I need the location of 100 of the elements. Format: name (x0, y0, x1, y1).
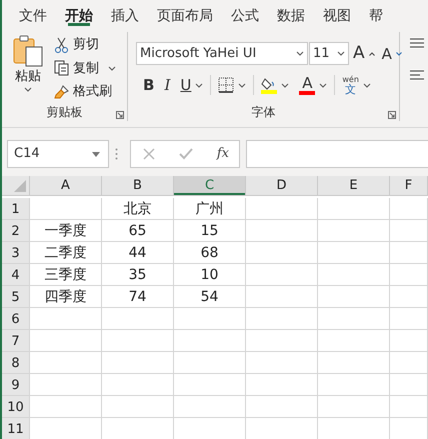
table-cell[interactable] (30, 198, 102, 220)
table-cell[interactable] (390, 308, 428, 330)
font-style-button[interactable]: I (161, 74, 174, 96)
font-style-button[interactable]: B (140, 74, 158, 96)
caret-icon[interactable] (362, 82, 371, 88)
row-header[interactable]: 9 (2, 374, 30, 396)
table-cell[interactable] (246, 286, 318, 308)
table-cell[interactable] (246, 374, 318, 396)
dialog-launcher-icon[interactable] (116, 111, 124, 119)
formula-input[interactable] (246, 140, 428, 168)
column-header[interactable]: A (30, 176, 102, 196)
row-header[interactable]: 1 (2, 198, 30, 220)
caret-icon[interactable] (195, 82, 204, 88)
table-cell[interactable] (318, 264, 390, 286)
column-header[interactable]: D (246, 176, 318, 196)
name-box[interactable]: C14 (7, 140, 109, 168)
table-cell[interactable]: 10 (174, 264, 246, 286)
row-header[interactable]: 10 (2, 396, 30, 418)
row-header[interactable]: 11 (2, 418, 30, 439)
clipboard-command-button[interactable]: 剪切 (52, 34, 118, 56)
table-cell[interactable] (318, 220, 390, 242)
table-cell[interactable] (390, 286, 428, 308)
table-cell[interactable] (30, 352, 102, 374)
caret-icon[interactable] (296, 51, 304, 56)
dropdown-icon[interactable] (92, 152, 100, 156)
caret-icon[interactable] (24, 86, 32, 92)
table-cell[interactable] (390, 374, 428, 396)
row-header[interactable]: 6 (2, 308, 30, 330)
table-cell[interactable] (174, 396, 246, 418)
column-header[interactable]: C (174, 176, 246, 196)
ribbon-tab[interactable]: 页面布局 (148, 0, 222, 28)
row-header[interactable]: 4 (2, 264, 30, 286)
table-cell[interactable] (246, 264, 318, 286)
column-header[interactable]: F (390, 176, 428, 196)
table-cell[interactable]: 四季度 (30, 286, 102, 308)
table-cell[interactable] (174, 352, 246, 374)
ribbon-tab[interactable]: 帮 (360, 0, 392, 28)
shrink-font-button[interactable]: A (378, 42, 405, 65)
ribbon-tab[interactable]: 公式 (222, 0, 268, 28)
caret-icon[interactable] (337, 51, 345, 56)
table-cell[interactable]: 北京 (102, 198, 174, 220)
row-header[interactable]: 2 (2, 220, 30, 242)
table-cell[interactable]: 三季度 (30, 264, 102, 286)
table-cell[interactable] (174, 308, 246, 330)
align-top-icon[interactable] (410, 38, 424, 48)
ribbon-tab[interactable]: 开始 (56, 0, 102, 28)
caret-icon[interactable] (319, 82, 328, 88)
row-header[interactable]: 8 (2, 352, 30, 374)
ribbon-tab[interactable]: 插入 (102, 0, 148, 28)
table-cell[interactable]: 68 (174, 242, 246, 264)
caret-icon[interactable] (108, 66, 116, 71)
table-cell[interactable]: 44 (102, 242, 174, 264)
table-cell[interactable] (390, 330, 428, 352)
table-cell[interactable] (102, 374, 174, 396)
table-cell[interactable] (318, 330, 390, 352)
font-style-button[interactable]: U (177, 74, 206, 96)
table-cell[interactable] (390, 352, 428, 374)
table-cell[interactable]: 74 (102, 286, 174, 308)
phonetic-guide-button[interactable]: wén 文 (339, 76, 374, 95)
column-header[interactable]: B (102, 176, 174, 196)
table-cell[interactable] (318, 286, 390, 308)
table-cell[interactable]: 54 (174, 286, 246, 308)
font-size-dropdown[interactable]: 11 (309, 42, 349, 66)
table-cell[interactable] (30, 308, 102, 330)
ribbon-tab[interactable]: 视图 (314, 0, 360, 28)
table-cell[interactable] (30, 374, 102, 396)
table-cell[interactable] (318, 352, 390, 374)
cancel-icon[interactable] (143, 148, 155, 160)
caret-icon[interactable] (281, 82, 290, 88)
clipboard-command-button[interactable]: 复制 (52, 58, 118, 79)
insert-function-button[interactable]: fx (216, 144, 229, 164)
table-cell[interactable]: 二季度 (30, 242, 102, 264)
row-header[interactable]: 5 (2, 286, 30, 308)
table-cell[interactable] (102, 352, 174, 374)
table-cell[interactable] (390, 264, 428, 286)
table-cell[interactable] (30, 330, 102, 352)
grow-font-button[interactable]: A (350, 41, 378, 66)
table-cell[interactable] (174, 374, 246, 396)
table-cell[interactable] (390, 220, 428, 242)
table-cell[interactable] (318, 242, 390, 264)
table-cell[interactable] (246, 352, 318, 374)
table-cell[interactable] (102, 330, 174, 352)
table-cell[interactable]: 广州 (174, 198, 246, 220)
table-cell[interactable] (246, 242, 318, 264)
table-cell[interactable] (318, 308, 390, 330)
table-cell[interactable] (318, 396, 390, 418)
font-name-dropdown[interactable]: Microsoft YaHei UI (136, 42, 308, 66)
table-cell[interactable] (174, 330, 246, 352)
table-cell[interactable]: 35 (102, 264, 174, 286)
table-cell[interactable] (390, 242, 428, 264)
column-header[interactable]: E (318, 176, 390, 196)
table-cell[interactable] (390, 198, 428, 220)
table-cell[interactable] (102, 396, 174, 418)
ribbon-tab[interactable]: 数据 (268, 0, 314, 28)
ribbon-tab[interactable]: 文件 (10, 0, 56, 28)
row-header[interactable]: 3 (2, 242, 30, 264)
table-cell[interactable] (246, 198, 318, 220)
table-cell[interactable] (102, 308, 174, 330)
select-all-corner[interactable] (2, 176, 30, 196)
table-cell[interactable] (246, 396, 318, 418)
